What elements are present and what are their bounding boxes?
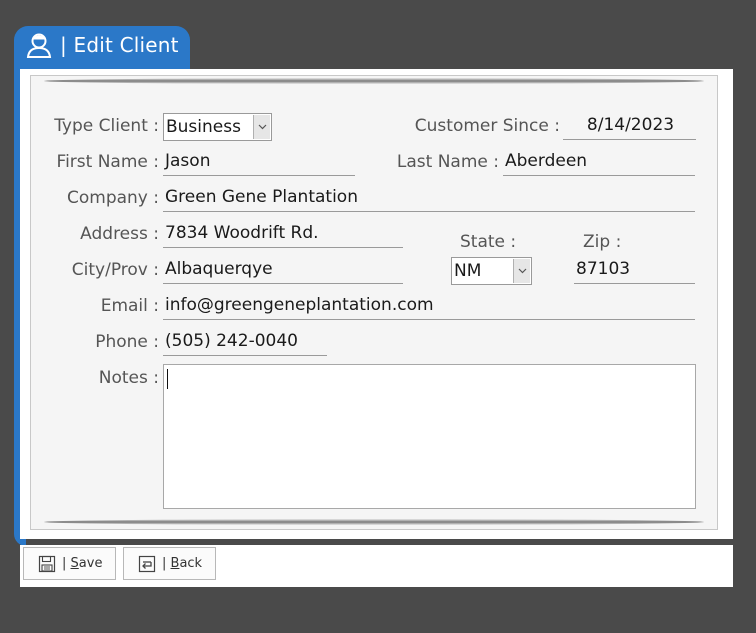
floppy-disk-icon: [38, 555, 56, 572]
window-title: | Edit Client: [60, 33, 179, 57]
type-client-label: Type Client :: [54, 116, 159, 136]
first-name-label: First Name :: [56, 152, 159, 172]
bottom-divider: [44, 519, 704, 525]
customer-since-field[interactable]: 8/14/2023: [563, 114, 696, 140]
notes-textarea[interactable]: [163, 364, 696, 509]
email-field[interactable]: info@greengeneplantation.com: [163, 294, 695, 320]
customer-since-label: Customer Since :: [414, 116, 560, 136]
company-field[interactable]: Green Gene Plantation: [163, 186, 695, 212]
back-button[interactable]: | Back: [123, 547, 216, 580]
back-mnemonic: B: [170, 556, 180, 571]
company-label: Company :: [66, 188, 159, 208]
type-client-select[interactable]: Business: [163, 113, 272, 141]
address-label: Address :: [80, 224, 159, 244]
state-select[interactable]: NM: [451, 257, 532, 285]
type-client-value: Business: [166, 117, 241, 137]
chevron-down-icon[interactable]: [513, 259, 530, 283]
text-cursor: [167, 369, 168, 389]
zip-label: Zip :: [583, 232, 622, 252]
user-icon: [26, 33, 52, 58]
email-label: Email :: [100, 296, 159, 316]
top-divider: [44, 78, 704, 84]
back-label-rest: ack: [179, 556, 203, 571]
save-button[interactable]: | Save: [23, 547, 116, 580]
last-name-label: Last Name :: [396, 152, 499, 172]
zip-field[interactable]: 87103: [574, 258, 695, 284]
state-label: State :: [460, 232, 517, 252]
address-field[interactable]: 7834 Woodrift Rd.: [163, 222, 403, 248]
notes-label: Notes :: [98, 368, 159, 388]
chevron-down-icon[interactable]: [253, 115, 270, 139]
last-name-field[interactable]: Aberdeen: [503, 150, 695, 176]
first-name-field[interactable]: Jason: [163, 150, 355, 176]
phone-label: Phone :: [95, 332, 159, 352]
phone-field[interactable]: (505) 242-0040: [163, 330, 327, 356]
city-label: City/Prov :: [71, 260, 159, 280]
state-value: NM: [454, 261, 482, 281]
back-arrow-icon: [138, 555, 156, 572]
city-field[interactable]: Albaquerqye: [163, 258, 403, 284]
save-label-rest: ave: [78, 556, 103, 571]
save-mnemonic: S: [70, 556, 79, 571]
back-label-prefix: |: [162, 556, 171, 571]
save-label-prefix: |: [62, 556, 71, 571]
